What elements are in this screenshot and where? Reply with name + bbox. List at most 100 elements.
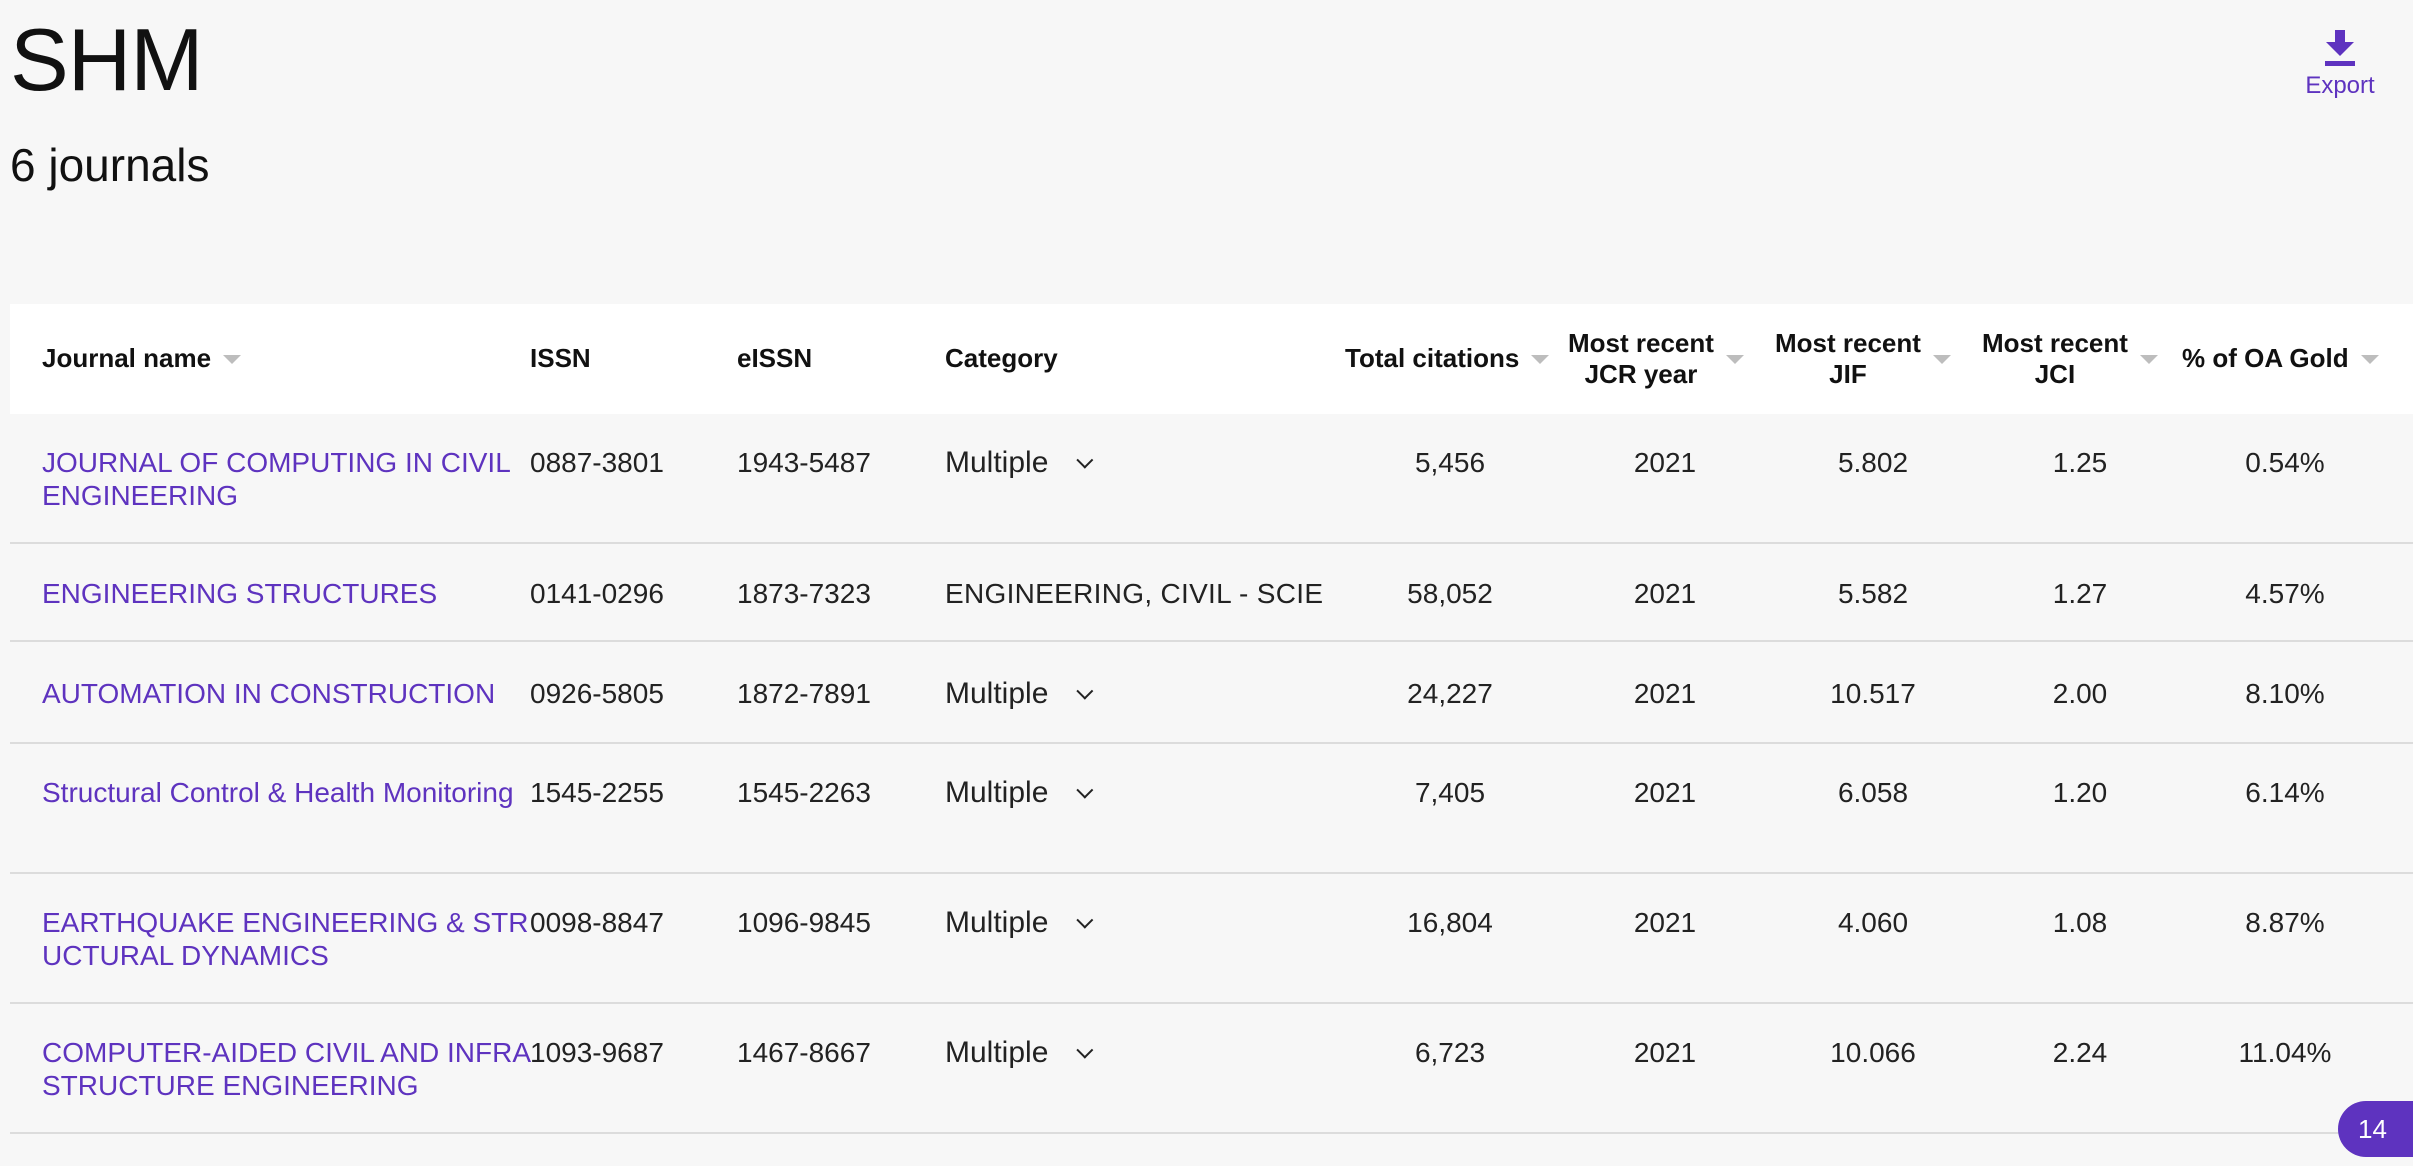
total-citations-cell: 58,052 [1407, 578, 1493, 609]
category-cell[interactable]: Multiple [945, 677, 1345, 710]
category-label: Multiple [945, 776, 1049, 809]
total-citations-cell: 16,804 [1407, 907, 1493, 938]
page-title: SHM [10, 10, 204, 109]
sort-arrow-icon [1932, 354, 1951, 364]
category-label: ENGINEERING, CIVIL - SCIE [945, 578, 1324, 609]
total-citations-cell: 6,723 [1414, 1037, 1486, 1068]
sort-arrow-icon [2139, 354, 2158, 364]
eissn-cell: 1873-7323 [737, 578, 871, 609]
journal-name-link[interactable]: AUTOMATION IN CONSTRUCTION [42, 678, 495, 709]
issn-cell: 1545-2255 [530, 777, 664, 808]
sort-arrow-icon [2360, 354, 2379, 364]
export-label: Export [2305, 72, 2375, 99]
category-dropdown[interactable]: Multiple [945, 906, 1345, 939]
oa-gold-cell: 11.04% [2238, 1037, 2332, 1068]
journal-list-page: SHM 6 journals Export Journal name ISSN … [0, 0, 2413, 1166]
table-row: ENGINEERING STRUCTURES 0141-0296 1873-7323… [10, 544, 2413, 642]
table-row: COMPUTER-AIDED CIVIL AND INFRASTRUCTURE … [10, 1004, 2413, 1134]
journal-name-link[interactable]: JOURNAL OF COMPUTING IN CIVIL ENGINEERIN… [42, 447, 510, 511]
jcr-year-cell: 2021 [1633, 678, 1697, 709]
issn-cell: 1093-9687 [530, 1037, 664, 1068]
jcr-year-cell: 2021 [1633, 1037, 1697, 1068]
jcr-year-cell: 2021 [1633, 578, 1697, 609]
journal-name-cell: Structural Control & Health Monitoring [42, 776, 532, 809]
col-total-citations[interactable]: Total citations [1345, 304, 1550, 414]
category-label: Multiple [945, 906, 1049, 939]
chevron-down-icon [1076, 682, 1094, 700]
chevron-down-icon [1076, 911, 1094, 929]
category-cell[interactable]: Multiple [945, 906, 1345, 939]
sort-arrow-icon [1725, 354, 1744, 364]
journal-name-link[interactable]: ENGINEERING STRUCTURES [42, 578, 437, 609]
table-header: Journal name ISSN eISSN Category Total c… [10, 304, 2413, 414]
col-jcr-year[interactable]: Most recent JCR year [1568, 304, 1744, 414]
jif-cell: 6.058 [1837, 777, 1909, 808]
issn-cell: 0141-0296 [530, 578, 664, 609]
eissn-cell: 1872-7891 [737, 678, 871, 709]
col-eissn: eISSN [737, 343, 813, 374]
jci-cell: 1.20 [2052, 777, 2108, 808]
jci-cell: 1.27 [2052, 578, 2108, 609]
jcr-year-cell: 2021 [1633, 777, 1697, 808]
category-cell[interactable]: Multiple [945, 1036, 1345, 1069]
category-label: Multiple [945, 1036, 1049, 1069]
notification-badge[interactable]: 14 [2338, 1101, 2413, 1157]
journals-table: Journal name ISSN eISSN Category Total c… [10, 304, 2413, 1134]
journal-name-cell: JOURNAL OF COMPUTING IN CIVIL ENGINEERIN… [42, 446, 532, 512]
chevron-down-icon [1076, 451, 1094, 469]
table-row: JOURNAL OF COMPUTING IN CIVIL ENGINEERIN… [10, 414, 2413, 544]
jif-cell: 10.066 [1830, 1037, 1916, 1068]
download-icon [2325, 30, 2355, 66]
jcr-year-cell: 2021 [1633, 447, 1697, 478]
category-cell[interactable]: Multiple [945, 776, 1345, 809]
jif-cell: 5.802 [1837, 447, 1909, 478]
oa-gold-cell: 8.87% [2245, 907, 2325, 938]
total-citations-cell: 7,405 [1414, 777, 1486, 808]
category-cell: ENGINEERING, CIVIL - SCIE [945, 577, 1345, 610]
total-citations-cell: 5,456 [1414, 447, 1486, 478]
jci-cell: 1.08 [2052, 907, 2108, 938]
category-label: Multiple [945, 446, 1049, 479]
issn-cell: 0887-3801 [530, 447, 664, 478]
jif-cell: 10.517 [1830, 678, 1916, 709]
chevron-down-icon [1076, 1041, 1094, 1059]
category-dropdown[interactable]: Multiple [945, 677, 1345, 710]
total-citations-cell: 24,227 [1407, 678, 1493, 709]
journal-name-cell: COMPUTER-AIDED CIVIL AND INFRASTRUCTURE … [42, 1036, 532, 1102]
oa-gold-cell: 6.14% [2245, 777, 2325, 808]
issn-cell: 0926-5805 [530, 678, 664, 709]
col-jci[interactable]: Most recent JCI [1982, 304, 2158, 414]
col-oa-gold[interactable]: % of OA Gold [2182, 304, 2379, 414]
category-dropdown[interactable]: Multiple [945, 446, 1345, 479]
sort-arrow-icon [1531, 354, 1550, 364]
journal-count: 6 journals [10, 139, 210, 191]
col-jif[interactable]: Most recent JIF [1775, 304, 1951, 414]
oa-gold-cell: 8.10% [2245, 678, 2325, 709]
table-row: EARTHQUAKE ENGINEERING & STRUCTURAL DYNA… [10, 874, 2413, 1004]
col-journal-name[interactable]: Journal name [42, 304, 242, 414]
eissn-cell: 1943-5487 [737, 447, 871, 478]
table-row: Structural Control & Health Monitoring 15… [10, 744, 2413, 874]
journal-name-cell: EARTHQUAKE ENGINEERING & STRUCTURAL DYNA… [42, 906, 532, 972]
jif-cell: 5.582 [1837, 578, 1909, 609]
journal-name-link[interactable]: Structural Control & Health Monitoring [42, 777, 514, 808]
category-dropdown[interactable]: Multiple [945, 1036, 1345, 1069]
category-dropdown[interactable]: Multiple [945, 776, 1345, 809]
journal-name-link[interactable]: COMPUTER-AIDED CIVIL AND INFRASTRUCTURE … [42, 1037, 531, 1101]
oa-gold-cell: 0.54% [2245, 447, 2325, 478]
export-button[interactable]: Export [2290, 28, 2390, 108]
chevron-down-icon [1076, 781, 1094, 799]
journal-name-link[interactable]: EARTHQUAKE ENGINEERING & STRUCTURAL DYNA… [42, 907, 528, 971]
journal-name-cell: ENGINEERING STRUCTURES [42, 577, 532, 610]
jif-cell: 4.060 [1837, 907, 1909, 938]
jci-cell: 2.24 [2052, 1037, 2108, 1068]
jci-cell: 1.25 [2052, 447, 2108, 478]
col-category: Category [945, 343, 1058, 374]
issn-cell: 0098-8847 [530, 907, 664, 938]
journal-name-cell: AUTOMATION IN CONSTRUCTION [42, 677, 532, 710]
jcr-year-cell: 2021 [1633, 907, 1697, 938]
category-cell[interactable]: Multiple [945, 446, 1345, 479]
eissn-cell: 1545-2263 [737, 777, 871, 808]
col-issn: ISSN [530, 343, 591, 374]
table-body: JOURNAL OF COMPUTING IN CIVIL ENGINEERIN… [10, 414, 2413, 1134]
